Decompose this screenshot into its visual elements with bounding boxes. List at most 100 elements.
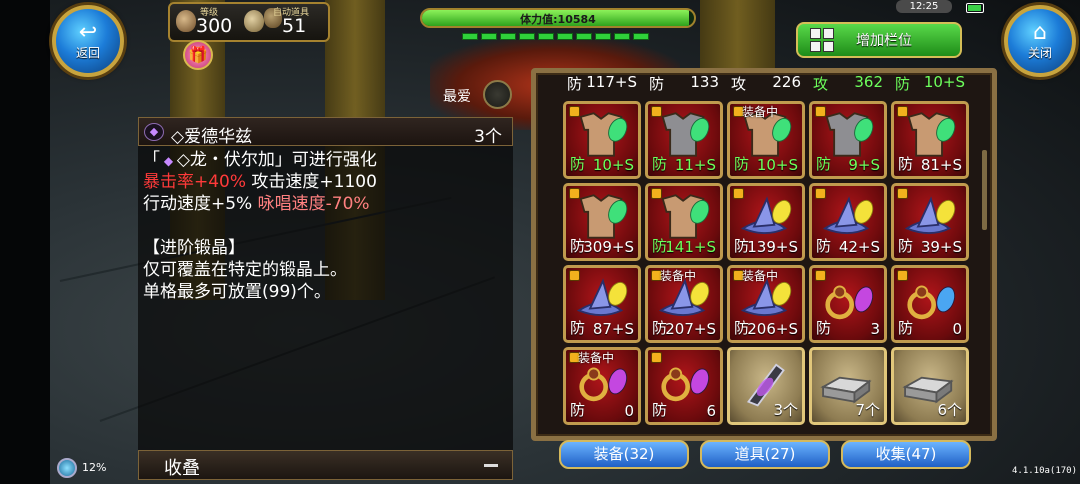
crystal-icon: ◆ <box>144 123 164 141</box>
slot-stat-value: 206+S <box>747 320 798 338</box>
equipped-badge: 装备中 <box>578 351 615 365</box>
slot-stat-label: 防 <box>570 319 586 337</box>
inventory-slot[interactable]: 防 11+S <box>645 101 723 179</box>
lock-icon <box>897 106 908 117</box>
description-line: 单格最多可放置(99)个。 <box>143 282 331 302</box>
stamina-segment <box>595 33 611 40</box>
inventory-slot[interactable]: 防 309+S <box>563 183 641 261</box>
inventory-slot[interactable]: 防 9+S <box>809 101 887 179</box>
close-button-label: 关闭 <box>1027 45 1052 60</box>
inventory-slot[interactable]: 防 39+S <box>891 183 969 261</box>
inventory-slot[interactable]: 防 141+S <box>645 183 723 261</box>
network-percent: 12% <box>82 461 107 474</box>
slot-stat-value: 11+S <box>674 156 716 174</box>
slot-stat-value: 139+S <box>747 238 798 256</box>
slot-stat-value: 39+S <box>920 238 962 256</box>
inventory-slot[interactable]: 7个 <box>809 347 887 425</box>
lock-icon <box>651 188 662 199</box>
inventory-slot[interactable]: 装备中防 10+S <box>727 101 805 179</box>
slot-stat-label: 防 <box>898 319 914 337</box>
slot-stat-value: 42+S <box>838 238 880 256</box>
stamina-segment <box>462 33 478 40</box>
slot-stat-label: 防 <box>898 155 914 173</box>
inventory-slot[interactable]: 防 81+S <box>891 101 969 179</box>
inventory-slot[interactable]: 装备中防 206+S <box>727 265 805 343</box>
description-text: 暴击率+40% <box>143 172 247 192</box>
description-line: 暴击率+40% 攻击速度+1100 <box>143 172 377 192</box>
favorite-toggle[interactable] <box>483 80 512 109</box>
slot-stat-label: 防 <box>816 155 832 173</box>
home-icon: ⌂ <box>1033 19 1047 45</box>
tab-collection[interactable]: 收集(47) <box>841 440 971 469</box>
slot-stat-label: 防 <box>816 319 832 337</box>
slot-stat-value: 207+S <box>665 320 716 338</box>
stamina-segment <box>481 33 497 40</box>
slot-stat-value: 3 <box>870 320 880 338</box>
slot-stat-label: 防 <box>652 401 668 419</box>
back-arrow-icon: ↩ <box>78 19 98 45</box>
slot-stat-label: 防 <box>734 155 750 173</box>
tab-equipment[interactable]: 装备(32) <box>559 440 689 469</box>
equipped-badge: 装备中 <box>742 269 779 283</box>
lock-icon <box>815 106 826 117</box>
lock-icon <box>897 270 908 281</box>
lock-icon <box>733 188 744 199</box>
inventory-slot[interactable]: 防 87+S <box>563 265 641 343</box>
equipped-badge: 装备中 <box>742 105 779 119</box>
inventory-slot[interactable]: 装备中防 0 <box>563 347 641 425</box>
close-button[interactable]: ⌂ 关闭 <box>1004 5 1076 77</box>
back-button[interactable]: ↩ 返回 <box>52 5 124 77</box>
inventory-slot[interactable]: 装备中防 207+S <box>645 265 723 343</box>
inventory-slot[interactable]: 防 139+S <box>727 183 805 261</box>
description-line: 「 ◆ ◇龙・伏尔加」可进行强化 <box>143 150 377 171</box>
collapse-button[interactable]: 收叠 <box>138 450 513 480</box>
favorite-label: 最爱 <box>443 89 471 105</box>
clock: 12:25 <box>896 0 952 13</box>
slot-stat-label: 防 <box>816 237 832 255</box>
version-text: 4.1.10a(170) <box>1012 466 1078 476</box>
inventory-slot[interactable]: 防3 <box>809 265 887 343</box>
description-text: 【进阶锻晶】 <box>143 238 245 258</box>
inventory-slot[interactable]: 防0 <box>891 265 969 343</box>
inventory-slot[interactable]: 防 10+S <box>563 101 641 179</box>
slot-stat-value: 0 <box>952 320 962 338</box>
stamina-segments <box>462 33 649 40</box>
slot-stat-value: 87+S <box>592 320 634 338</box>
description-text: 仅可覆盖在特定的锻晶上。 <box>143 260 347 280</box>
slot-stat-value: 0 <box>624 402 634 420</box>
slot-stat-value: 141+S <box>665 238 716 256</box>
description-line: 仅可覆盖在特定的锻晶上。 <box>143 260 347 280</box>
inventory-slot[interactable]: 6个 <box>891 347 969 425</box>
slot-quantity: 7个 <box>855 401 880 419</box>
stamina-segment <box>519 33 535 40</box>
tab-items[interactable]: 道具(27) <box>700 440 830 469</box>
stamina-segment <box>538 33 554 40</box>
item-description: 「 ◆ ◇龙・伏尔加」可进行强化 暴击率+40% 攻击速度+1100 行动速度+5%… <box>138 146 513 450</box>
collapse-label: 收叠 <box>164 458 200 479</box>
slot-stat-value: 81+S <box>920 156 962 174</box>
inventory-slot[interactable]: 防6 <box>645 347 723 425</box>
potion-icon <box>176 10 196 32</box>
inventory-slot[interactable]: 防 42+S <box>809 183 887 261</box>
screen-edge <box>0 0 50 484</box>
slot-quantity: 6个 <box>937 401 962 419</box>
add-slot-button[interactable]: 增加栏位 <box>796 22 962 58</box>
inventory-scrollbar[interactable] <box>982 150 987 230</box>
auto-item-icon <box>244 10 264 32</box>
battery-icon <box>966 3 984 13</box>
slot-stat-label: 防 <box>570 155 586 173</box>
lock-icon <box>897 188 908 199</box>
slot-stat-value: 9+S <box>848 156 880 174</box>
description-text: 咏唱速度-70% <box>252 194 370 214</box>
stamina-segment <box>576 33 592 40</box>
slot-stat-value: 10+S <box>756 156 798 174</box>
back-button-label: 返回 <box>75 45 100 60</box>
lock-icon <box>569 270 580 281</box>
stamina-bar: 体力值:10584 <box>420 8 696 28</box>
grid-icon <box>810 28 834 52</box>
inventory-slot[interactable]: 3个 <box>727 347 805 425</box>
slot-stat-value: 10+S <box>592 156 634 174</box>
item-count: 3个 <box>474 127 502 147</box>
lock-icon <box>569 106 580 117</box>
gift-icon[interactable]: 🎁 <box>183 40 213 70</box>
